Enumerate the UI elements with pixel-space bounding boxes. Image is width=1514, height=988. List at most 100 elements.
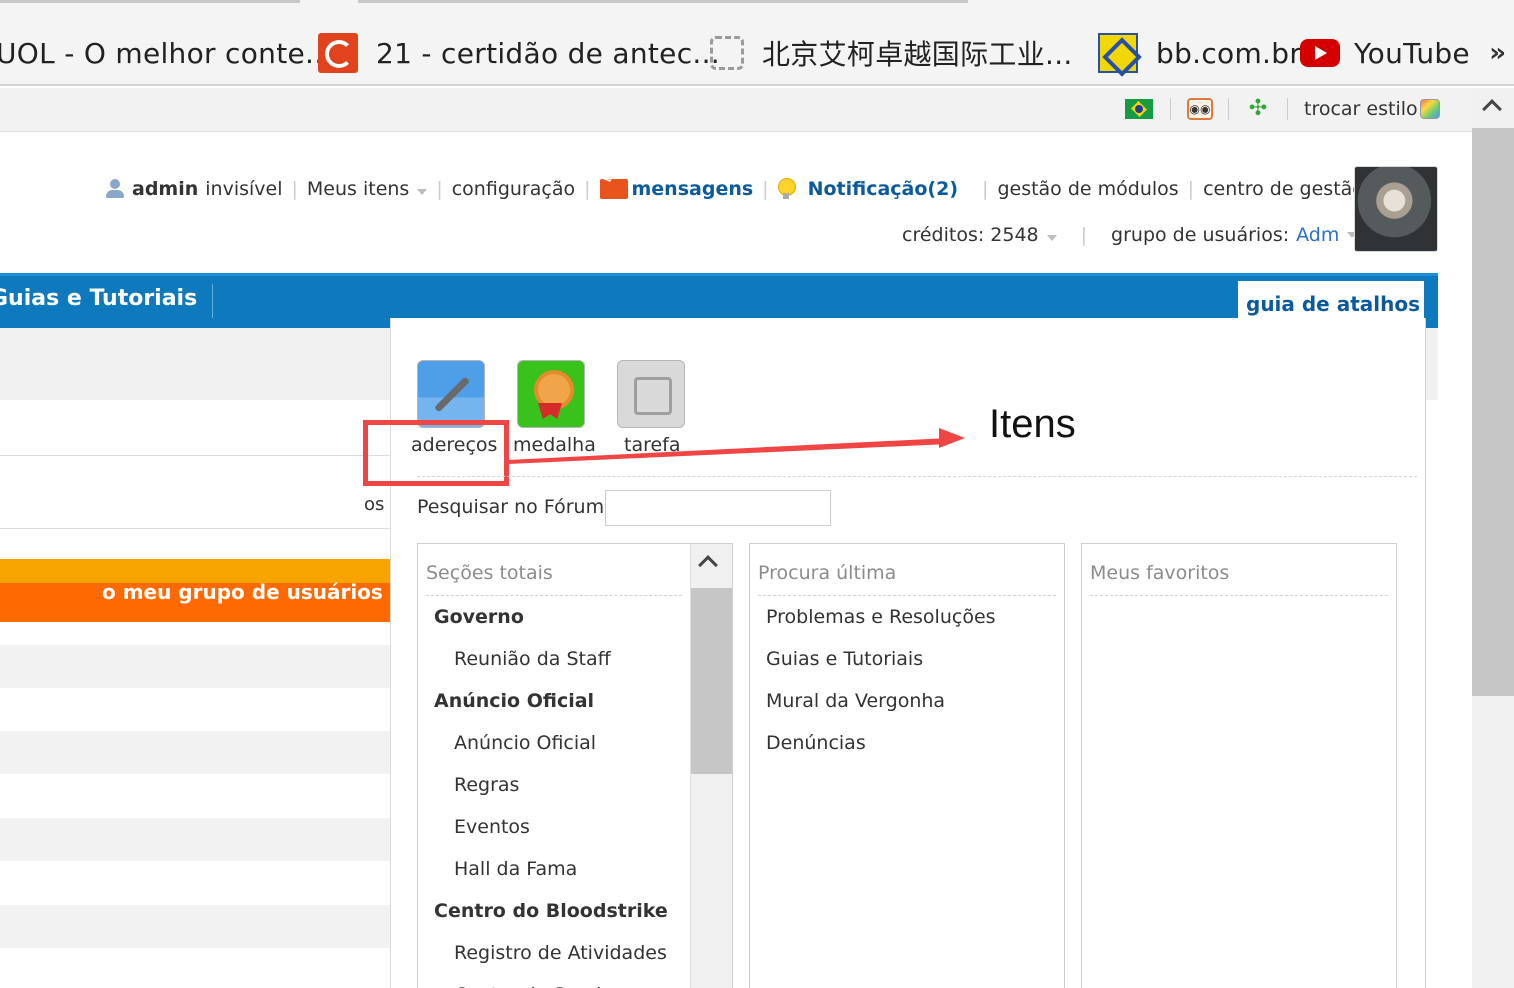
status-toggle[interactable]: invisível: [205, 178, 282, 200]
user-group-label: grupo de usuários:: [1111, 224, 1290, 246]
arrow-shaft: [507, 438, 949, 464]
list-item[interactable]: Problemas e Resoluções: [750, 596, 1064, 638]
user-group-link[interactable]: Adm: [1296, 224, 1339, 246]
recent-search-column-title: Procura última: [758, 562, 1056, 596]
background-text: os: [364, 494, 385, 515]
c-logo-icon: [318, 33, 358, 73]
divider: [1287, 98, 1288, 120]
list-item[interactable]: Governo: [418, 596, 732, 638]
chevron-down-icon: [417, 189, 428, 195]
youtube-icon: [1300, 39, 1340, 67]
list-item[interactable]: Mural da Vergonha: [750, 680, 1064, 722]
sections-column: Seções totais Governo Reunião da Staff Anú…: [417, 543, 733, 988]
divider: |: [291, 178, 298, 200]
breadcrumb-title[interactable]: Guias e Tutoriais: [0, 286, 197, 311]
palette-icon: [1419, 99, 1440, 119]
background-row: [0, 328, 400, 400]
list-item[interactable]: Regras: [418, 764, 732, 806]
list-item[interactable]: Centro do Bloodstrike: [418, 890, 732, 932]
sections-column-title: Seções totais: [426, 562, 682, 596]
list-item[interactable]: Hall da Fama: [418, 848, 732, 890]
credits-label: créditos: 2548: [902, 224, 1039, 246]
background-row: [0, 818, 400, 861]
list-item[interactable]: Centro de Serviços: [418, 974, 732, 988]
glasses-icon: ◉◉: [1187, 98, 1213, 120]
management-center-link[interactable]: centro de gestão: [1203, 178, 1364, 200]
bookmark-aike[interactable]: 北京艾柯卓越国际工业...: [710, 30, 1073, 76]
favorites-column-title: Meus favoritos: [1090, 562, 1388, 596]
tab-edge: [358, 0, 968, 3]
bookmarks-more-button[interactable]: »: [1489, 38, 1506, 68]
change-style-button[interactable]: trocar estilo: [1304, 96, 1440, 122]
credits-menu[interactable]: créditos: 2548: [902, 224, 1057, 246]
scroll-up-icon[interactable]: [1482, 99, 1502, 119]
username-link[interactable]: admin: [132, 178, 198, 200]
shrink-arrows-icon: ✣: [1248, 96, 1268, 121]
module-management-link[interactable]: gestão de módulos: [997, 178, 1178, 200]
messages-link[interactable]: mensagens: [632, 178, 754, 200]
shortcut-panel: adereços medalha tarefa Itens Pesquisar …: [363, 318, 1426, 988]
background-row: [0, 731, 400, 774]
divider: |: [762, 178, 769, 200]
chevron-down-icon: [1046, 235, 1057, 241]
annotation-label: Itens: [989, 402, 1076, 446]
bookmark-label: YouTube: [1354, 36, 1470, 70]
scroll-thumb[interactable]: [1472, 128, 1514, 696]
divider: |: [1187, 178, 1195, 200]
forum-search-input[interactable]: [605, 490, 831, 526]
my-items-label: Meus itens: [306, 178, 410, 200]
bookmark-label: 北京艾柯卓越国际工业...: [762, 38, 1073, 71]
user-icon: [106, 179, 124, 199]
top-toolbar: ◉◉ ✣ trocar estilo: [0, 88, 1472, 132]
list-item[interactable]: Anúncio Oficial: [418, 680, 732, 722]
sections-list: Governo Reunião da Staff Anúncio Oficial An…: [418, 596, 732, 988]
recent-search-column: Procura última Problemas e Resoluções Gui…: [749, 543, 1065, 988]
list-item[interactable]: Eventos: [418, 806, 732, 848]
background-row: [0, 905, 400, 948]
background-rule: [0, 455, 400, 456]
divider: |: [436, 178, 443, 200]
settings-link[interactable]: configuração: [452, 178, 575, 200]
bookmark-uol[interactable]: UOL - O melhor conte...: [0, 30, 333, 76]
bb-logo-icon: [1098, 33, 1138, 73]
shrink-width-button[interactable]: ✣: [1245, 96, 1271, 122]
lightbulb-icon: [777, 178, 796, 200]
bookmark-certidao[interactable]: 21 - certidão de antec...: [318, 30, 720, 76]
divider: [212, 284, 213, 318]
list-item[interactable]: Anúncio Oficial: [418, 722, 732, 764]
scroll-thumb[interactable]: [691, 588, 732, 774]
scroll-up-icon[interactable]: [698, 555, 718, 575]
dashed-page-icon: [710, 36, 744, 70]
sections-scrollbar[interactable]: [690, 544, 732, 988]
background-rule: [0, 528, 400, 529]
divider: [1228, 98, 1229, 120]
brazil-flag-icon: [1125, 99, 1153, 119]
bookmark-label: 21 - certidão de antec...: [376, 36, 720, 70]
divider: [417, 476, 1417, 477]
arrow-head: [939, 428, 965, 448]
bookmark-label: UOL - O melhor conte...: [0, 36, 333, 70]
bookmark-bb[interactable]: bb.com.br: [1098, 30, 1301, 76]
divider: |: [982, 178, 989, 200]
forum-page: ◉◉ ✣ trocar estilo admin invisível | Meu…: [0, 88, 1472, 988]
tab-edge: [0, 0, 300, 3]
group-banner-text: o meu grupo de usuários prin: [102, 580, 436, 604]
accessibility-button[interactable]: ◉◉: [1187, 96, 1213, 122]
list-item[interactable]: Denúncias: [750, 722, 1064, 764]
avatar[interactable]: [1354, 166, 1438, 252]
favorites-column: Meus favoritos: [1081, 543, 1397, 988]
my-items-menu[interactable]: Meus itens: [306, 178, 428, 200]
annotation-arrow: [507, 428, 965, 464]
list-item[interactable]: Registro de Atividades: [418, 932, 732, 974]
bookmarks-bar: UOL - O melhor conte... 21 - certidão de…: [0, 0, 1514, 86]
change-style-label: trocar estilo: [1304, 98, 1418, 120]
mail-icon: [599, 179, 628, 199]
notifications-link[interactable]: Notificação(2): [808, 178, 958, 200]
bookmark-label: bb.com.br: [1156, 36, 1302, 70]
window-scrollbar[interactable]: [1472, 88, 1514, 988]
list-item[interactable]: Reunião da Staff: [418, 638, 732, 680]
bookmark-youtube[interactable]: YouTube: [1300, 30, 1470, 76]
language-flag-button[interactable]: [1125, 96, 1153, 122]
list-item[interactable]: Guias e Tutoriais: [750, 638, 1064, 680]
recent-search-list: Problemas e Resoluções Guias e Tutoriais M…: [750, 596, 1064, 764]
